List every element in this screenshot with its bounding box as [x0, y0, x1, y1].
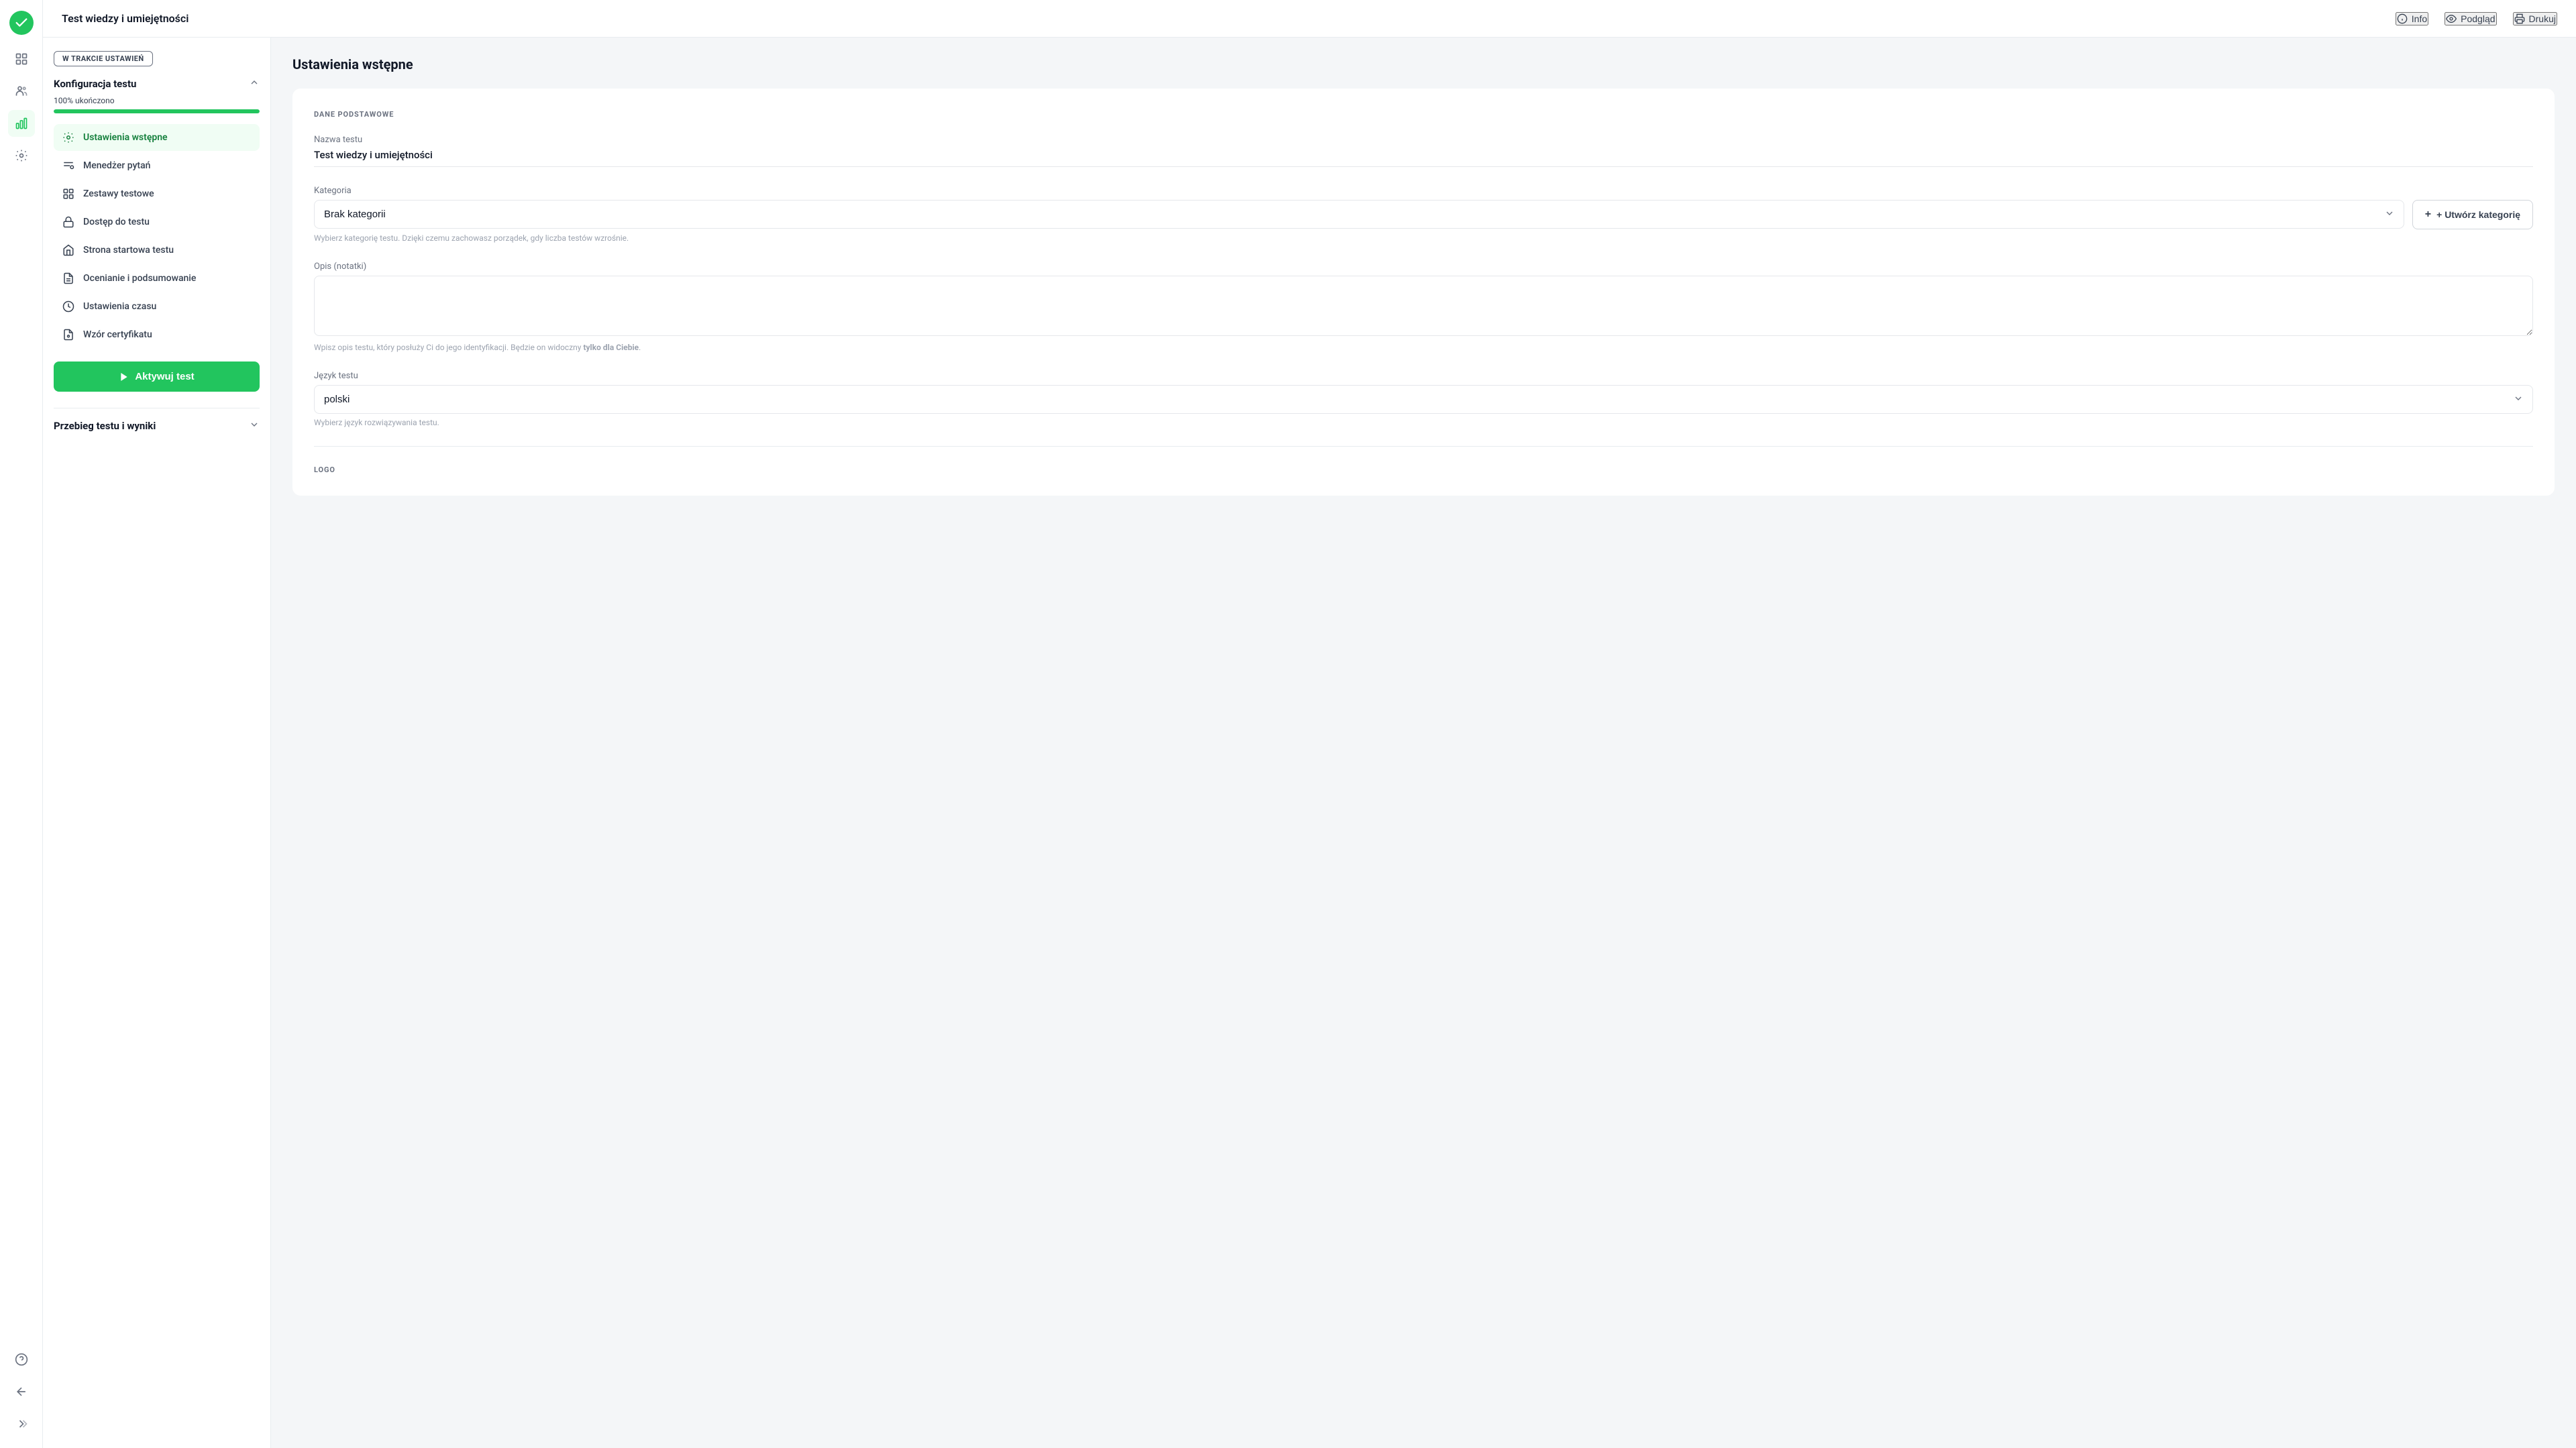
progress-area: 100% ukończono: [54, 96, 260, 113]
content-area: W TRAKCIE USTAWIEŃ Konfiguracja testu 10…: [43, 38, 2576, 1448]
strona-startowa-icon: [62, 243, 75, 257]
nav-help-icon[interactable]: [8, 1346, 35, 1373]
menu-item-label: Ocenianie i podsumowanie: [83, 273, 196, 284]
test-name-value: Test wiedzy i umiejętności: [314, 149, 2533, 167]
language-select-wrapper: polski: [314, 385, 2533, 414]
config-section-title: Konfiguracja testu: [54, 78, 136, 90]
menu-item-label: Dostęp do testu: [83, 217, 150, 227]
nav-sidebar: [0, 0, 43, 1448]
certyfikat-icon: [62, 328, 75, 341]
content-title: Ustawienia wstępne: [292, 56, 2555, 72]
menu-item-ustawienia-czasu[interactable]: Ustawienia czasu: [54, 293, 260, 320]
ocenianie-icon: [62, 272, 75, 285]
language-hint: Wybierz język rozwiązywania testu.: [314, 418, 2533, 427]
zestawy-icon: [62, 187, 75, 201]
nav-expand-icon[interactable]: [8, 1410, 35, 1437]
section-divider: [314, 446, 2533, 447]
section2-header: Przebieg testu i wyniki: [54, 408, 260, 433]
category-select-wrapper: Brak kategorii: [314, 200, 2404, 229]
category-row: Brak kategorii + + Utwórz kategorię: [314, 200, 2533, 229]
menu-item-ocenianie[interactable]: Ocenianie i podsumowanie: [54, 265, 260, 292]
nav-bottom: [8, 1346, 35, 1437]
menu-item-ustawienia-wstepne[interactable]: Ustawienia wstępne: [54, 124, 260, 151]
language-select[interactable]: polski: [314, 385, 2533, 414]
menu-item-label: Ustawienia wstępne: [83, 132, 168, 143]
menu-items: Ustawienia wstępne Menedżer pytań: [54, 124, 260, 348]
eye-icon: [2446, 13, 2457, 24]
info-icon: [2397, 13, 2408, 24]
printer-icon: [2514, 13, 2525, 24]
category-label: Kategoria: [314, 186, 2533, 196]
settings-card: DANE PODSTAWOWE Nazwa testu Test wiedzy …: [292, 89, 2555, 496]
nav-chart-icon[interactable]: [8, 110, 35, 137]
section2-title: Przebieg testu i wyniki: [54, 420, 156, 432]
progress-bar-bg: [54, 109, 260, 113]
menu-item-label: Wzór certyfikatu: [83, 329, 152, 340]
collapse-section2-icon[interactable]: [249, 419, 260, 433]
progress-bar-fill: [54, 109, 260, 113]
section-dane-podstawowe: DANE PODSTAWOWE: [314, 110, 2533, 119]
menu-item-label: Menedżer pytań: [83, 160, 150, 171]
create-category-button[interactable]: + + Utwórz kategorię: [2412, 200, 2533, 229]
status-badge: W TRAKCIE USTAWIEŃ: [54, 51, 153, 66]
category-select[interactable]: Brak kategorii: [314, 200, 2404, 229]
category-hint: Wybierz kategorię testu. Dzięki czemu za…: [314, 233, 2533, 243]
menu-item-dostep-do-testu[interactable]: Dostęp do testu: [54, 209, 260, 235]
top-header: Test wiedzy i umiejętności Info Podgląd: [43, 0, 2576, 38]
preview-button[interactable]: Podgląd: [2445, 12, 2496, 25]
nav-grid-icon[interactable]: [8, 46, 35, 72]
menu-item-zestawy-testowe[interactable]: Zestawy testowe: [54, 180, 260, 207]
header-actions: Info Podgląd Drukuj: [2396, 12, 2557, 25]
language-label: Język testu: [314, 371, 2533, 381]
plus-icon: +: [2425, 209, 2431, 221]
config-section-header: Konfiguracja testu: [54, 77, 260, 91]
menu-item-label: Ustawienia czasu: [83, 301, 156, 312]
logo-section-label: LOGO: [314, 465, 2533, 474]
menu-item-menedzer-pytan[interactable]: Menedżer pytań: [54, 152, 260, 179]
menu-item-strona-startowa[interactable]: Strona startowa testu: [54, 237, 260, 264]
menu-item-wzor-certyfikatu[interactable]: Wzór certyfikatu: [54, 321, 260, 348]
nav-back-icon[interactable]: [8, 1378, 35, 1405]
nav-settings-icon[interactable]: [8, 142, 35, 169]
menu-item-label: Zestawy testowe: [83, 188, 154, 199]
menedzer-icon: [62, 159, 75, 172]
play-icon: [119, 372, 129, 382]
progress-label: 100% ukończono: [54, 96, 260, 105]
nav-users-icon[interactable]: [8, 78, 35, 105]
czas-icon: [62, 300, 75, 313]
test-name-label: Nazwa testu: [314, 135, 2533, 145]
activate-test-button[interactable]: Aktywuj test: [54, 361, 260, 392]
description-textarea[interactable]: [314, 276, 2533, 336]
app-logo[interactable]: [9, 11, 34, 35]
main-wrapper: Test wiedzy i umiejętności Info Podgląd: [43, 0, 2576, 1448]
page-title: Test wiedzy i umiejętności: [62, 12, 189, 25]
language-field-group: Język testu polski Wybierz język rozwiąz…: [314, 371, 2533, 427]
description-label: Opis (notatki): [314, 262, 2533, 272]
test-name-field-group: Nazwa testu Test wiedzy i umiejętności: [314, 135, 2533, 167]
main-content: Ustawienia wstępne DANE PODSTAWOWE Nazwa…: [271, 38, 2576, 1448]
settings-wstepne-icon: [62, 131, 75, 144]
collapse-section1-icon[interactable]: [249, 77, 260, 91]
dostep-icon: [62, 215, 75, 229]
description-hint: Wpisz opis testu, który posłuży Ci do je…: [314, 343, 2533, 352]
category-field-group: Kategoria Brak kategorii: [314, 186, 2533, 243]
menu-item-label: Strona startowa testu: [83, 245, 174, 256]
left-sidebar: W TRAKCIE USTAWIEŃ Konfiguracja testu 10…: [43, 38, 271, 1448]
print-button[interactable]: Drukuj: [2513, 12, 2557, 25]
info-button[interactable]: Info: [2396, 12, 2428, 25]
description-field-group: Opis (notatki) Wpisz opis testu, który p…: [314, 262, 2533, 352]
